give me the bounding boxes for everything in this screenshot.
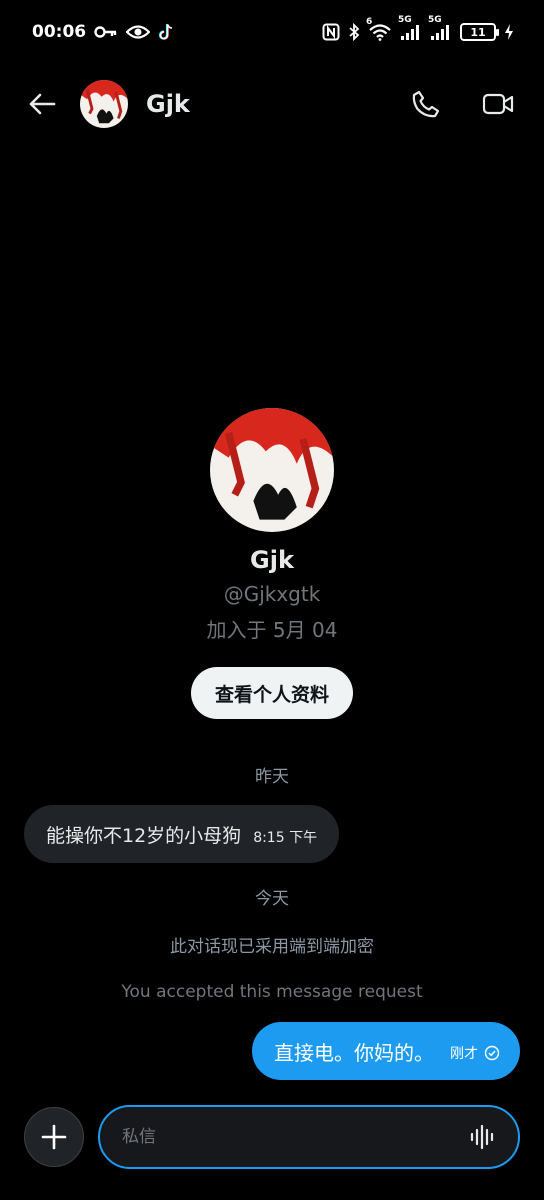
plus-icon xyxy=(41,1124,67,1150)
nfc-icon xyxy=(322,23,340,41)
profile-summary: Gjk @Gjkxgtk 加入于 5月 04 查看个人资料 xyxy=(0,408,544,719)
back-button[interactable] xyxy=(24,86,60,122)
outgoing-message[interactable]: 直接电。你妈的。 刚才 xyxy=(252,1022,520,1080)
date-separator-today: 今天 xyxy=(255,889,289,909)
video-camera-icon xyxy=(482,93,514,115)
date-separator-yesterday: 昨天 xyxy=(255,767,289,787)
incoming-message[interactable]: 能操你不12岁的小母狗 8:15 下午 xyxy=(24,805,340,863)
outgoing-message-time: 刚才 xyxy=(450,1046,478,1062)
status-bar: 00:06 6 5G 5G 11 xyxy=(0,0,544,64)
phone-icon xyxy=(412,90,440,118)
conversation-header: Gjk xyxy=(0,72,544,136)
avatar-image xyxy=(210,408,334,532)
signal-icon-2: 5G xyxy=(428,15,452,41)
encryption-notice: 此对话现已采用端到端加密 xyxy=(170,937,374,957)
incoming-message-text: 能操你不12岁的小母狗 xyxy=(46,824,242,847)
add-attachment-button[interactable] xyxy=(24,1107,84,1167)
sent-check-icon xyxy=(484,1045,500,1061)
bluetooth-icon xyxy=(348,23,360,41)
tiktok-icon xyxy=(158,23,174,41)
key-icon xyxy=(94,25,118,39)
outgoing-message-text: 直接电。你妈的。 xyxy=(274,1040,434,1065)
profile-joined-date: 加入于 5月 04 xyxy=(206,618,338,642)
profile-name: Gjk xyxy=(250,546,294,574)
voice-message-button[interactable] xyxy=(468,1123,496,1151)
message-composer xyxy=(24,1104,520,1170)
header-title: Gjk xyxy=(146,90,190,118)
video-call-button[interactable] xyxy=(476,82,520,126)
wifi-badge: 6 xyxy=(366,17,373,27)
message-input[interactable] xyxy=(122,1127,468,1147)
incoming-message-time: 8:15 下午 xyxy=(253,830,318,846)
outgoing-message-status: 刚才 xyxy=(450,1043,500,1063)
profile-handle: @Gjkxgtk xyxy=(223,582,321,606)
avatar-image xyxy=(80,80,128,128)
message-input-container[interactable] xyxy=(98,1105,520,1169)
header-avatar[interactable] xyxy=(80,80,128,128)
battery-level: 11 xyxy=(470,25,486,39)
network-type-1: 5G xyxy=(398,15,412,25)
signal-icon-1: 5G xyxy=(398,15,422,41)
profile-avatar[interactable] xyxy=(210,408,334,532)
battery-icon: 11 xyxy=(460,23,499,41)
charging-icon xyxy=(504,23,514,41)
wifi-icon: 6 xyxy=(366,17,392,41)
bottom-edge xyxy=(0,1190,544,1200)
eye-icon xyxy=(126,24,151,40)
status-time: 00:06 xyxy=(32,22,87,42)
network-type-2: 5G xyxy=(428,15,442,25)
waveform-icon xyxy=(470,1124,494,1150)
arrow-left-icon xyxy=(29,93,56,115)
call-button[interactable] xyxy=(404,82,448,126)
view-profile-button[interactable]: 查看个人资料 xyxy=(190,667,353,719)
request-accepted-notice: You accepted this message request xyxy=(121,982,423,1002)
